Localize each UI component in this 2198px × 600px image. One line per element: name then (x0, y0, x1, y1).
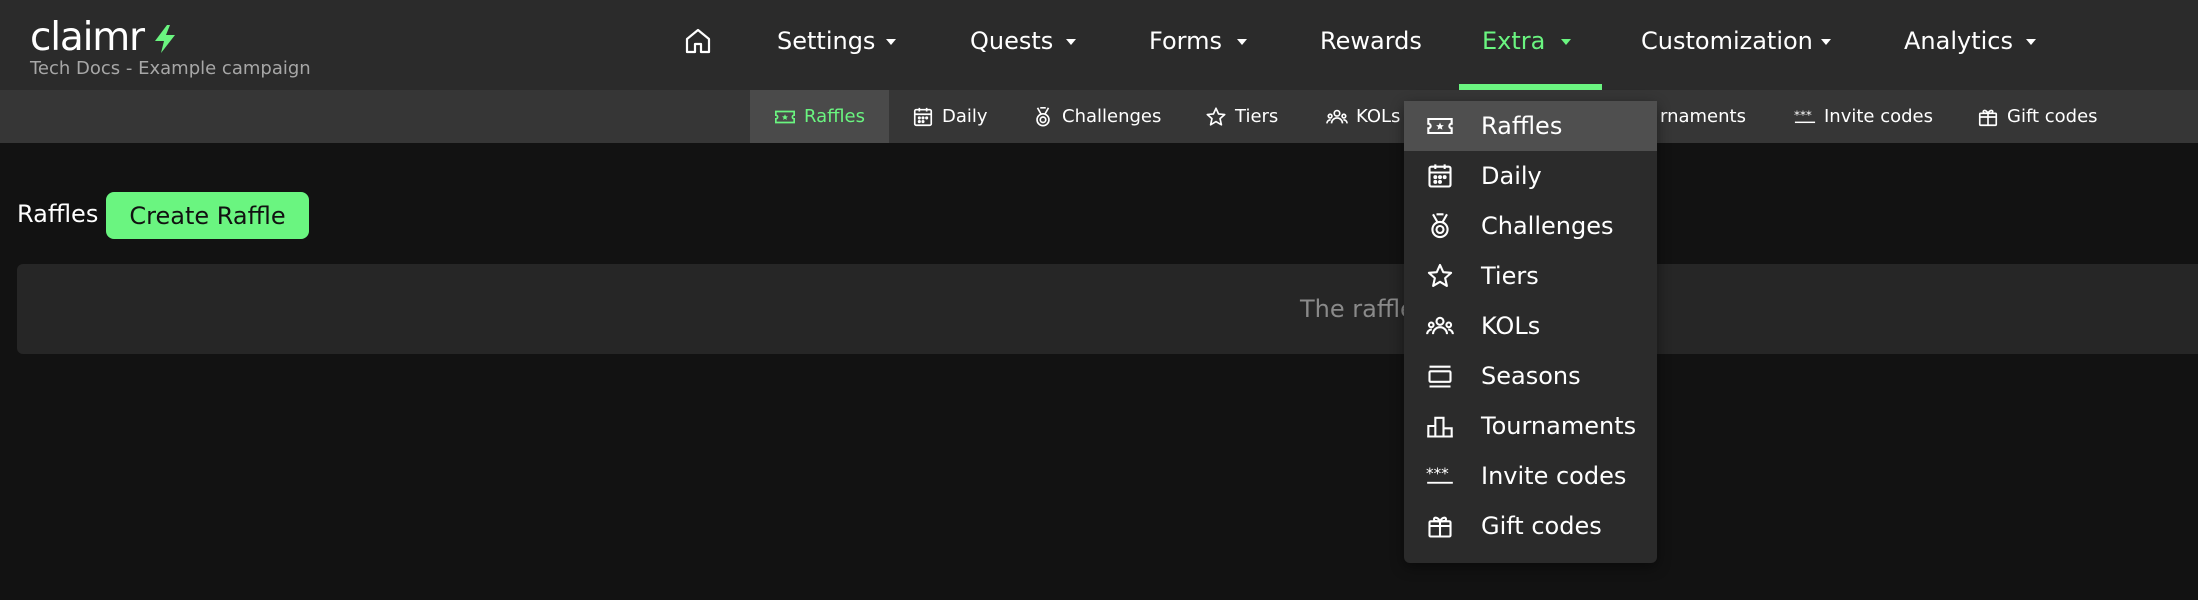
nav-forms[interactable]: Forms (1149, 26, 1254, 56)
calendar-icon (913, 107, 933, 126)
asterisks-icon: *** (1426, 464, 1453, 484)
campaign-name: Tech Docs - Example campaign (30, 58, 311, 79)
nav-settings-label: Settings (777, 27, 876, 55)
medal-icon (1036, 106, 1050, 127)
subtab-raffles-label: Raffles (804, 106, 865, 127)
subtab-raffles[interactable]: Raffles (750, 90, 889, 143)
nav-quests-label: Quests (970, 27, 1054, 55)
page-title: Raffles (17, 200, 99, 228)
menu-item-label: Seasons (1481, 362, 1581, 390)
menu-item-raffles[interactable]: Raffles (1404, 101, 1657, 151)
menu-item-label: Gift codes (1481, 512, 1602, 540)
empty-state-text: The raffle (1300, 295, 1415, 323)
menu-item-label: Raffles (1481, 112, 1563, 140)
ticket-icon (1427, 117, 1453, 135)
chevron-down-icon (1561, 39, 1571, 45)
chevron-down-icon (1821, 39, 1831, 45)
subtab-challenges[interactable]: Challenges (1032, 90, 1161, 143)
seasons-icon (1428, 365, 1452, 388)
svg-text:***: *** (1794, 107, 1812, 121)
subtab-invite-codes-label: Invite codes (1824, 106, 1934, 127)
star-icon (1206, 106, 1226, 126)
nav-extra[interactable]: Extra (1482, 26, 1572, 56)
sub-tab-bar: Raffles Daily Challenges Tiers KOLs rnam… (0, 90, 2198, 143)
nav-rewards-label: Rewards (1320, 27, 1422, 55)
nav-analytics[interactable]: Analytics (1904, 26, 2044, 56)
menu-item-challenges[interactable]: Challenges (1404, 201, 1657, 251)
menu-item-label: Invite codes (1481, 462, 1627, 490)
top-navbar: claimr Tech Docs - Example campaign Sett… (0, 0, 2198, 90)
nav-extra-label: Extra (1482, 27, 1546, 55)
nav-customization-label: Customization (1641, 27, 1813, 55)
subtab-tournaments-label: rnaments (1660, 106, 1746, 127)
bolt-icon (155, 25, 175, 53)
menu-item-seasons[interactable]: Seasons (1404, 351, 1657, 401)
subtab-tiers-label: Tiers (1235, 106, 1279, 127)
menu-item-gift-codes[interactable]: Gift codes (1404, 501, 1657, 551)
subtab-gift-codes[interactable]: Gift codes (1977, 90, 2098, 143)
asterisks-icon: *** (1794, 107, 1816, 123)
chevron-down-icon (886, 39, 896, 45)
menu-item-label: Tiers (1481, 262, 1539, 290)
empty-state-panel (17, 264, 2198, 354)
create-raffle-button[interactable]: Create Raffle (106, 192, 309, 239)
subtab-gift-codes-label: Gift codes (2007, 106, 2098, 127)
subtab-challenges-label: Challenges (1062, 106, 1162, 127)
menu-item-invite-codes[interactable]: *** Invite codes (1404, 451, 1657, 501)
menu-item-daily[interactable]: Daily (1404, 151, 1657, 201)
subtab-tournaments[interactable]: rnaments (1660, 90, 1746, 143)
menu-item-kols[interactable]: KOLs (1404, 301, 1657, 351)
subtab-daily-label: Daily (942, 106, 988, 127)
nav-settings[interactable]: Settings (777, 26, 902, 56)
home-icon[interactable] (683, 26, 713, 56)
subtab-kols-label: KOLs (1356, 106, 1401, 127)
subtab-invite-codes[interactable]: *** Invite codes (1794, 90, 1933, 143)
menu-item-tournaments[interactable]: Tournaments (1404, 401, 1657, 451)
gift-icon (1978, 109, 1998, 126)
menu-item-label: Challenges (1481, 212, 1614, 240)
subtab-kols[interactable]: KOLs (1326, 90, 1400, 143)
menu-item-label: KOLs (1481, 312, 1541, 340)
subtab-daily[interactable]: Daily (912, 90, 988, 143)
chevron-down-icon (1066, 39, 1076, 45)
medal-icon (1431, 213, 1449, 239)
menu-item-tiers[interactable]: Tiers (1404, 251, 1657, 301)
calendar-icon (1428, 164, 1452, 188)
gift-icon (1428, 516, 1452, 538)
svg-text:***: *** (1426, 464, 1449, 482)
subtab-tiers[interactable]: Tiers (1205, 90, 1278, 143)
logo[interactable]: claimr (30, 14, 145, 62)
group-icon (1326, 109, 1348, 124)
nav-customization[interactable]: Customization (1641, 26, 1837, 56)
star-icon (1427, 263, 1453, 287)
extra-dropdown-menu: Raffles Daily Challenges Tiers KOLs Seas… (1404, 101, 1657, 563)
chevron-down-icon (2026, 39, 2036, 45)
nav-analytics-label: Analytics (1904, 27, 2013, 55)
group-icon (1426, 316, 1454, 335)
podium-icon (1427, 416, 1453, 438)
nav-rewards[interactable]: Rewards (1320, 26, 1440, 56)
nav-forms-label: Forms (1149, 27, 1222, 55)
menu-item-label: Daily (1481, 162, 1542, 190)
menu-item-label: Tournaments (1481, 412, 1637, 440)
nav-quests[interactable]: Quests (970, 26, 1082, 56)
chevron-down-icon (1237, 39, 1247, 45)
ticket-icon (775, 110, 795, 123)
